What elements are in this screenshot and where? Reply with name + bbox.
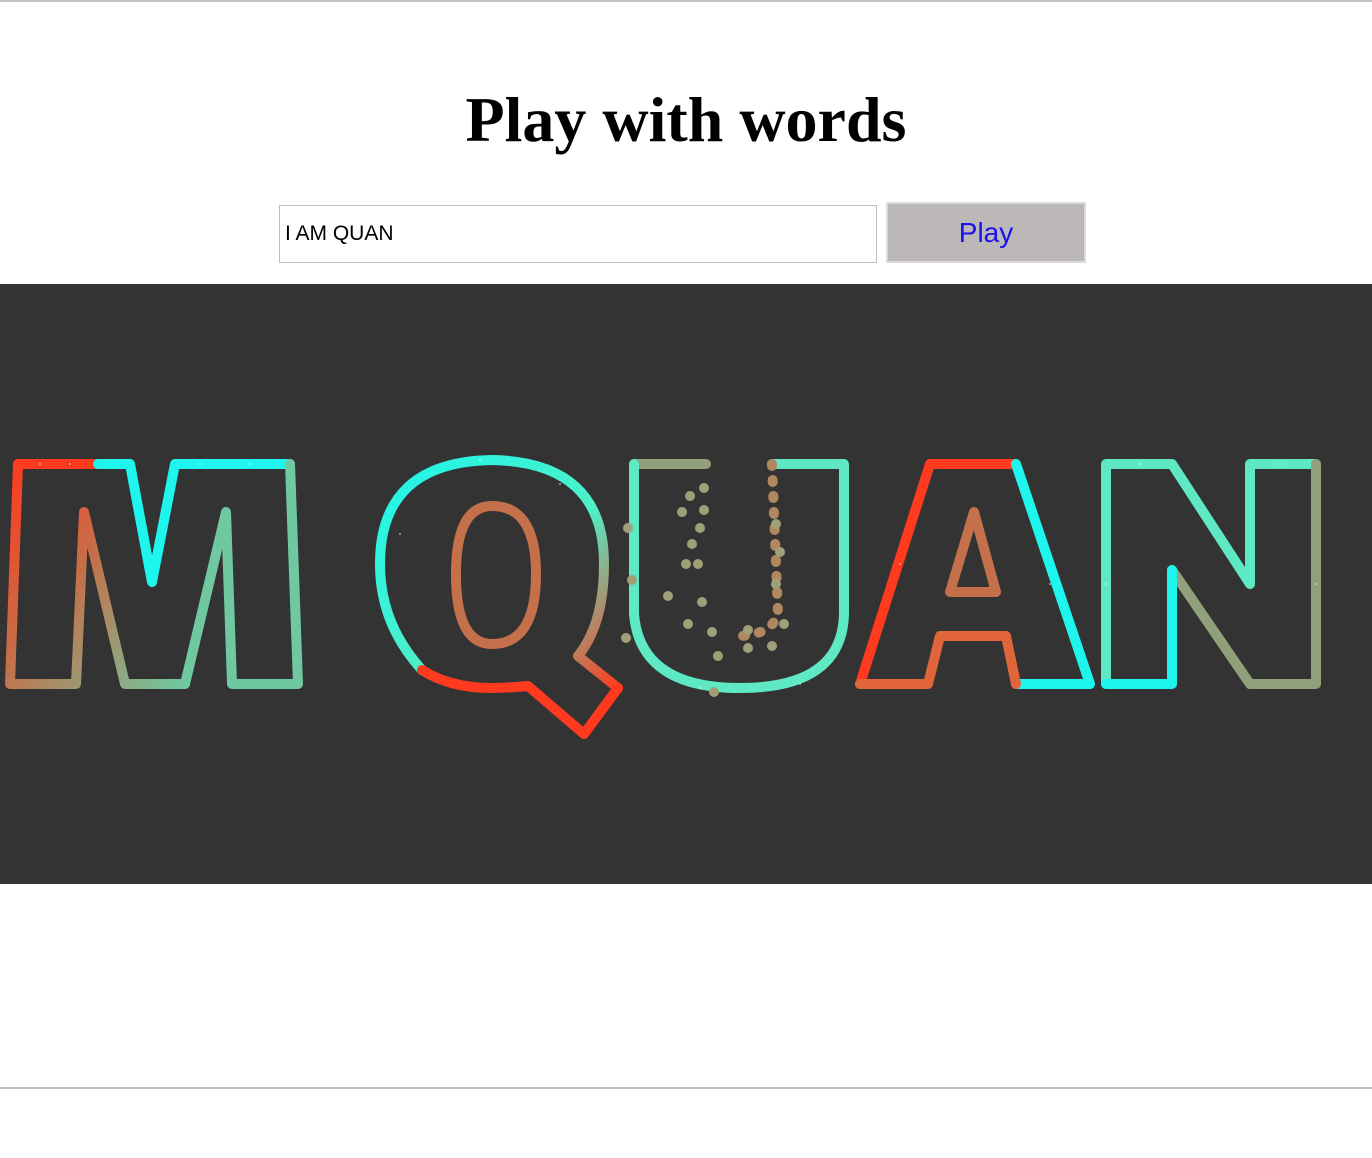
letter-n-outline (1101, 459, 1321, 689)
letter-m-outline (5, 459, 303, 689)
page-title: Play with words (465, 84, 907, 155)
letter-u-outline (629, 459, 849, 693)
top-divider (0, 0, 1372, 2)
letter-q-outline (375, 455, 623, 739)
bottom-divider (0, 1087, 1372, 1089)
letter-u-scattered-particles (621, 483, 789, 697)
particle-text-svg (5, 455, 1321, 739)
letter-a-outline (855, 459, 1095, 689)
page: Play with words Play (0, 0, 1372, 1158)
word-input[interactable] (279, 205, 877, 263)
play-button[interactable]: Play (886, 202, 1086, 263)
particle-canvas[interactable] (0, 284, 1372, 884)
